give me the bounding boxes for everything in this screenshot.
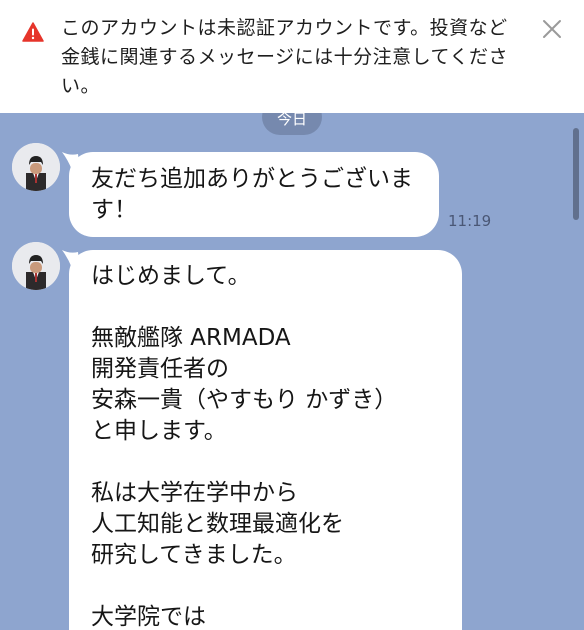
sender-avatar[interactable] xyxy=(12,143,60,191)
message-timestamp: 11:19 xyxy=(448,212,492,230)
message-bubble[interactable]: 友だち追加ありがとうございます！ xyxy=(69,152,439,237)
chat-scrollbar[interactable] xyxy=(573,128,579,220)
warning-triangle-icon xyxy=(22,22,44,42)
message-text: 友だち追加ありがとうございます！ xyxy=(91,166,413,223)
person-avatar-icon xyxy=(12,143,60,191)
close-icon[interactable] xyxy=(541,18,563,40)
unverified-account-banner: このアカウントは未認証アカウントです。投資など金銭に関連するメッセージには十分注… xyxy=(0,0,584,113)
banner-message: このアカウントは未認証アカウントです。投資など金銭に関連するメッセージには十分注… xyxy=(61,17,508,97)
message-bubble[interactable]: はじめまして。 無敵艦隊 ARMADA 開発責任者の 安森一貴（やすもり かずき… xyxy=(69,250,462,630)
person-avatar-icon xyxy=(12,242,60,290)
message-text: はじめまして。 無敵艦隊 ARMADA 開発責任者の 安森一貴（やすもり かずき… xyxy=(91,263,398,630)
sender-avatar[interactable] xyxy=(12,242,60,290)
